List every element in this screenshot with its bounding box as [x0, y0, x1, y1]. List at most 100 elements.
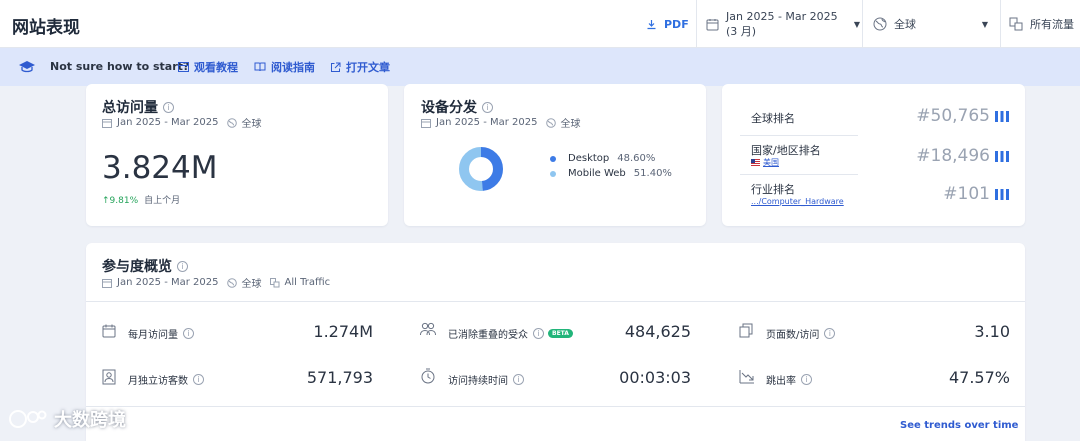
device-date: Jan 2025 - Mar 2025: [436, 117, 538, 128]
rank-divider: [740, 135, 858, 136]
legend-desktop-label: Desktop: [568, 153, 610, 164]
metric-monthly-visits-label: 每月访问量 i: [128, 326, 194, 341]
metric-dedup-audience-value: 484,625: [624, 322, 691, 341]
engagement-card: [86, 243, 1025, 441]
chevron-down-icon: ▼: [853, 19, 860, 29]
engagement-date: Jan 2025 - Mar 2025: [117, 277, 219, 288]
watch-tutorial-link[interactable]: 观看教程: [178, 59, 238, 75]
metric-label-text: 已消除重叠的受众: [448, 330, 528, 341]
global-rank-value: #50,765: [916, 106, 990, 126]
country-rank-value: #18,496: [916, 146, 990, 166]
total-visits-title-text: 总访问量: [102, 100, 158, 116]
metric-pages-per-visit-label: 页面数/访问 i: [766, 326, 836, 341]
total-visits-value: 3.824M: [102, 150, 218, 186]
metric-label-text: 跳出率: [766, 376, 796, 387]
chevron-down-icon: ▼: [981, 19, 988, 29]
calendar-icon: [102, 118, 112, 128]
legend-mobile: Mobile Web 51.40%: [550, 168, 672, 179]
delta-note: 自上个月: [144, 196, 181, 206]
external-link-icon: [331, 62, 341, 72]
metric-dedup-audience-label: 已消除重叠的受众 i BETA: [448, 326, 573, 341]
device-region: 全球: [560, 119, 581, 130]
calendar-icon: [102, 324, 116, 338]
metric-bounce-rate-label: 跳出率 i: [766, 372, 812, 387]
info-icon[interactable]: i: [482, 101, 493, 113]
metric-label-text: 页面数/访问: [766, 330, 820, 341]
calendar-icon: [706, 18, 719, 30]
help-question: Not sure how to start?: [50, 60, 190, 73]
globe-icon: [226, 277, 237, 288]
metric-label-text: 访问持续时间: [448, 376, 508, 387]
traffic-source-icon: [269, 277, 280, 287]
region-selector[interactable]: 全球 ▼: [862, 0, 998, 48]
pdf-button[interactable]: PDF: [646, 0, 689, 48]
globe-icon: [545, 117, 556, 128]
device-donut-chart: [459, 147, 503, 191]
info-icon[interactable]: i: [533, 328, 544, 339]
top-bar: 网站表现 PDF Jan 2025 - Mar 2025 (3 月) ▼ 全球 …: [0, 0, 1080, 48]
pdf-label: PDF: [664, 17, 689, 31]
info-icon[interactable]: i: [163, 101, 174, 113]
watermark-logo-icon: [9, 410, 47, 428]
rank-trend-icon[interactable]: [994, 187, 1010, 201]
graduation-cap-icon: [19, 61, 35, 73]
industry-rank-value: #101: [943, 184, 990, 204]
device-distribution-title-text: 设备分发: [421, 100, 477, 116]
engagement-title-text: 参与度概览: [102, 259, 172, 275]
delta-percent: ↑9.81%: [102, 196, 139, 206]
us-flag-icon: [751, 159, 760, 166]
legend-mobile-value: 51.40%: [633, 168, 672, 179]
country-name-link[interactable]: 美国: [763, 157, 779, 168]
open-article-link[interactable]: 打开文章: [330, 59, 390, 75]
bounce-rate-icon: [739, 370, 754, 384]
region-label: 全球: [894, 18, 916, 31]
info-icon[interactable]: i: [824, 328, 836, 339]
info-icon[interactable]: i: [193, 374, 204, 385]
global-rank-label: 全球排名: [751, 112, 795, 125]
calendar-icon: [421, 118, 431, 128]
industry-rank-label: 行业排名: [751, 183, 795, 196]
engagement-region: 全球: [241, 279, 262, 290]
beta-badge: BETA: [548, 329, 573, 338]
info-icon[interactable]: i: [801, 374, 812, 385]
page-title: 网站表现: [12, 18, 80, 38]
download-icon: [647, 19, 656, 29]
industry-category-link[interactable]: .../Computer_Hardware: [751, 197, 844, 206]
watermark: 大数跨境: [8, 406, 126, 432]
legend-mobile-label: Mobile Web: [568, 168, 626, 179]
engagement-traffic: All Traffic: [284, 277, 331, 288]
legend-desktop: Desktop 48.60%: [550, 153, 655, 164]
read-guide-label: 阅读指南: [271, 61, 315, 74]
country-rank-sub[interactable]: 美国: [751, 157, 779, 168]
metric-visit-duration-label: 访问持续时间 i: [448, 372, 524, 387]
traffic-selector[interactable]: 所有流量: [1000, 0, 1080, 48]
total-visits-meta: Jan 2025 - Mar 2025 全球: [102, 115, 262, 130]
engagement-title: 参与度概览 i: [102, 256, 188, 276]
metric-unique-visitors-label: 月独立访客数 i: [128, 372, 204, 387]
info-icon[interactable]: i: [177, 260, 188, 272]
country-rank-label: 国家/地区排名: [751, 144, 821, 157]
metric-bounce-rate-value: 47.57%: [948, 368, 1010, 387]
info-icon[interactable]: i: [513, 374, 524, 385]
metric-label-text: 每月访问量: [128, 330, 178, 341]
book-icon: [254, 62, 266, 72]
total-visits-title: 总访问量 i: [102, 97, 174, 117]
metric-visit-duration-value: 00:03:03: [619, 368, 691, 387]
device-distribution-title: 设备分发 i: [421, 97, 493, 117]
metric-label-text: 月独立访客数: [128, 376, 188, 387]
engagement-footer-divider: [86, 406, 1025, 407]
engagement-meta: Jan 2025 - Mar 2025 全球 All Traffic: [102, 275, 330, 290]
legend-desktop-value: 48.60%: [617, 153, 656, 164]
rank-trend-icon[interactable]: [994, 149, 1010, 163]
date-range-selector[interactable]: Jan 2025 - Mar 2025 (3 月) ▼: [696, 0, 860, 48]
visitor-id-icon: [102, 369, 116, 385]
help-bar: Not sure how to start? 观看教程 阅读指南 打开文章: [0, 48, 1080, 86]
total-visits-region: 全球: [241, 119, 262, 130]
read-guide-link[interactable]: 阅读指南: [254, 59, 315, 75]
rank-divider: [740, 174, 858, 175]
info-icon[interactable]: i: [183, 328, 194, 339]
see-trends-link[interactable]: See trends over time: [900, 420, 1018, 431]
rank-trend-icon[interactable]: [994, 109, 1010, 123]
date-range-label: Jan 2025 - Mar 2025 (3 月): [726, 9, 838, 38]
legend-dot-mobile: [550, 170, 556, 177]
